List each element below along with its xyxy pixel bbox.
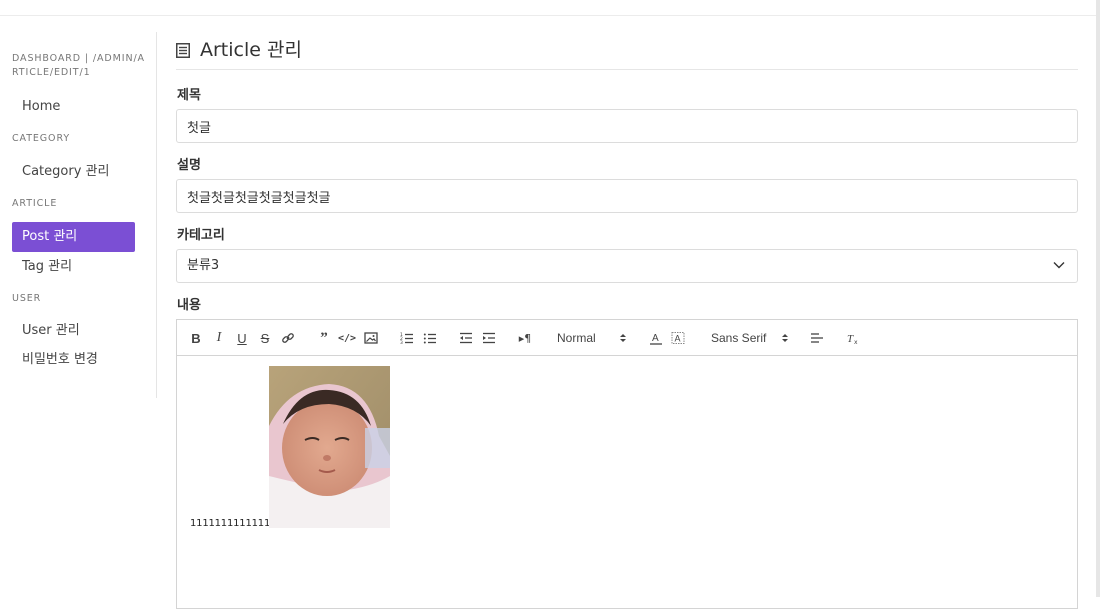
svg-text:A: A <box>652 333 659 344</box>
description-label: 설명 <box>177 158 201 173</box>
text-direction-icon[interactable]: ▸¶ <box>516 329 534 347</box>
bold-icon[interactable]: B <box>187 329 205 347</box>
title-input[interactable] <box>176 109 1078 143</box>
align-icon[interactable] <box>808 329 826 347</box>
description-input[interactable] <box>176 179 1078 213</box>
rich-text-editor: B I U S ” </> 123 ▸¶ Normal A A Sans Ser… <box>176 319 1078 609</box>
link-icon[interactable] <box>279 329 297 347</box>
header-picker-label: Normal <box>557 331 596 345</box>
sidebar-item-tag[interactable]: Tag 관리 <box>12 252 135 282</box>
svg-text:A: A <box>675 334 681 344</box>
background-color-icon[interactable]: A <box>669 329 687 347</box>
sidebar-item-post[interactable]: Post 관리 <box>12 222 135 252</box>
svg-text:T: T <box>847 333 854 345</box>
category-selected-value: 분류3 <box>187 258 220 273</box>
main-content: Article 관리 제목 설명 카테고리 분류3 내용 B I U S ” <… <box>176 0 1078 609</box>
image-icon[interactable] <box>362 329 380 347</box>
sidebar-section-user: USER <box>12 293 42 304</box>
header-picker[interactable]: Normal <box>557 329 629 347</box>
font-color-icon[interactable]: A <box>647 329 665 347</box>
editor-toolbar: B I U S ” </> 123 ▸¶ Normal A A Sans Ser… <box>177 320 1077 356</box>
underline-icon[interactable]: U <box>233 329 251 347</box>
editor-content[interactable]: 111111111111111 <box>177 356 1077 606</box>
blockquote-icon[interactable]: ” <box>315 329 333 347</box>
sidebar-item-user[interactable]: User 관리 <box>12 316 135 346</box>
page-title-text: Article 관리 <box>200 38 302 61</box>
picker-arrows-icon <box>620 334 626 342</box>
sidebar-item-password[interactable]: 비밀번호 변경 <box>12 345 135 375</box>
category-label: 카테고리 <box>177 228 225 243</box>
svg-text:3: 3 <box>400 340 403 345</box>
code-block-icon[interactable]: </> <box>338 329 356 347</box>
font-picker[interactable]: Sans Serif <box>711 329 791 347</box>
baby-photo <box>269 366 390 528</box>
indent-icon[interactable] <box>480 329 498 347</box>
chevron-down-icon <box>1053 262 1065 269</box>
bullet-list-icon[interactable] <box>421 329 439 347</box>
sidebar-section-article: ARTICLE <box>12 198 58 209</box>
italic-icon[interactable]: I <box>210 329 228 347</box>
sidebar-item-home[interactable]: Home <box>12 92 135 122</box>
page-title: Article 관리 <box>176 34 1078 62</box>
breadcrumb: DASHBOARD | /ADMIN/ARTICLE/EDIT/1 <box>12 53 145 78</box>
document-list-icon <box>176 41 190 58</box>
sidebar: DASHBOARD | /ADMIN/ARTICLE/EDIT/1 Home C… <box>0 32 157 398</box>
svg-text:x: x <box>854 339 858 345</box>
category-select[interactable]: 분류3 <box>176 249 1078 283</box>
content-label: 내용 <box>177 298 201 313</box>
picker-arrows-icon <box>782 334 788 342</box>
title-label: 제목 <box>177 88 201 103</box>
strike-icon[interactable]: S <box>256 329 274 347</box>
outdent-icon[interactable] <box>457 329 475 347</box>
font-picker-label: Sans Serif <box>711 331 767 345</box>
sidebar-section-category: CATEGORY <box>12 133 71 144</box>
title-divider <box>176 69 1078 70</box>
sidebar-item-category[interactable]: Category 관리 <box>12 157 135 187</box>
page-scrollbar[interactable] <box>1096 0 1100 597</box>
clear-format-icon[interactable]: Tx <box>844 329 862 347</box>
ordered-list-icon[interactable]: 123 <box>398 329 416 347</box>
